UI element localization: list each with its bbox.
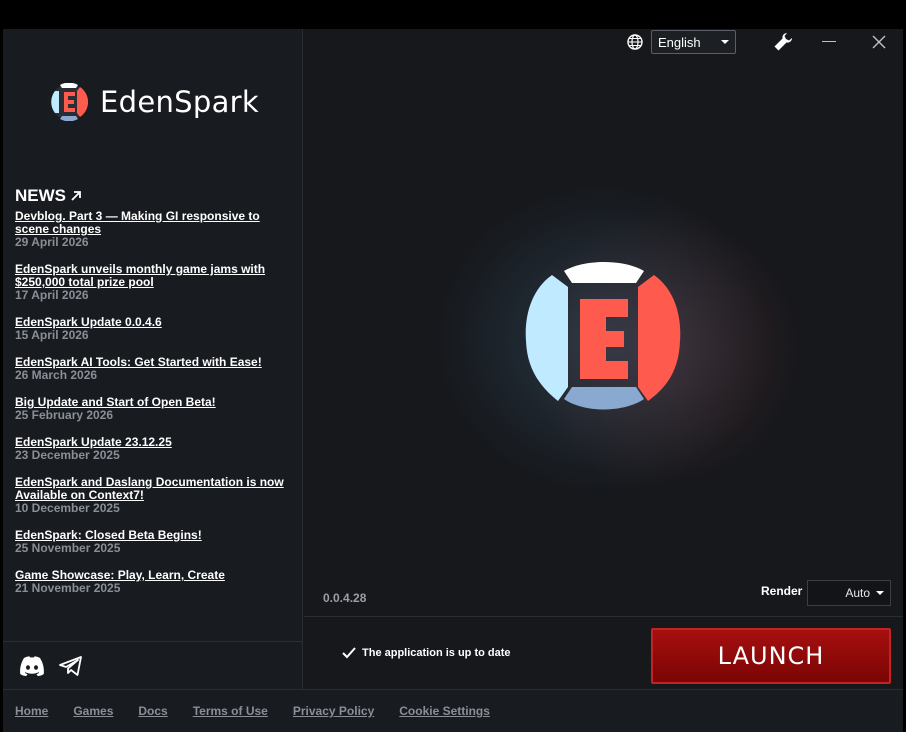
news-item[interactable]: EdenSpark Update 23.12.25 23 December 202… [15,436,290,462]
footer-link-home[interactable]: Home [15,704,48,718]
brand-name: EdenSpark [100,85,259,119]
main-panel: English 0.0.4.28 Render Auto The applica… [304,29,903,689]
close-icon[interactable] [872,35,886,49]
wrench-icon[interactable] [773,32,793,52]
sidebar: EdenSpark NEWS Devblog. Part 3 — Making … [3,29,303,689]
globe-icon [627,34,643,50]
launch-bar: The application is up to date LAUNCH [304,616,903,689]
news-item-date: 29 April 2026 [15,235,89,249]
news-item[interactable]: Game Showcase: Play, Learn, Create 21 Nov… [15,569,290,595]
checkmark-icon [342,647,356,659]
news-item[interactable]: EdenSpark and Daslang Documentation is n… [15,476,290,515]
version-label: 0.0.4.28 [323,591,367,605]
footer-link-privacy[interactable]: Privacy Policy [293,704,374,718]
news-item-date: 17 April 2026 [15,288,89,302]
launcher-window: EdenSpark NEWS Devblog. Part 3 — Making … [3,29,903,732]
news-item[interactable]: EdenSpark AI Tools: Get Started with Eas… [15,356,290,382]
news-heading[interactable]: NEWS [15,186,82,206]
footer-nav: Home Games Docs Terms of Use Privacy Pol… [3,689,903,732]
brand-logo: EdenSpark [50,83,259,121]
news-item[interactable]: EdenSpark: Closed Beta Begins! 25 Novembe… [15,529,290,555]
news-item-date: 10 December 2025 [15,501,120,515]
news-item-title[interactable]: EdenSpark and Daslang Documentation is n… [15,476,290,502]
render-label: Render [761,584,803,598]
edenspark-logo-icon [51,83,88,121]
external-arrow-icon [71,191,81,201]
news-item[interactable]: Big Update and Start of Open Beta! 25 Feb… [15,396,290,422]
news-item-date: 23 December 2025 [15,448,120,462]
discord-icon[interactable] [19,655,45,676]
launch-button[interactable]: LAUNCH [651,628,891,684]
update-status: The application is up to date [342,647,511,659]
news-item[interactable]: Devblog. Part 3 — Making GI responsive t… [15,210,290,249]
news-item-date: 26 March 2026 [15,368,98,382]
footer-link-cookies[interactable]: Cookie Settings [399,704,490,718]
language-value: English [658,34,701,50]
render-value: Auto [845,586,870,600]
news-item[interactable]: EdenSpark unveils monthly game jams with… [15,263,290,302]
footer-link-terms[interactable]: Terms of Use [193,704,268,718]
news-item-date: 15 April 2026 [15,328,89,342]
chevron-down-icon [721,40,729,44]
news-item-date: 25 November 2025 [15,541,121,555]
news-title: NEWS [15,186,66,205]
telegram-icon[interactable] [59,655,83,676]
news-item-date: 25 February 2026 [15,408,114,422]
minimize-icon[interactable] [822,41,836,42]
footer-link-games[interactable]: Games [73,704,113,718]
language-select[interactable]: English [651,30,736,54]
edenspark-emblem-icon [525,262,681,410]
chevron-down-icon [876,591,884,595]
render-select[interactable]: Auto [807,580,891,606]
social-links [3,641,303,689]
news-item[interactable]: EdenSpark Update 0.0.4.6 15 April 2026 [15,316,290,342]
language-picker: English [627,30,736,54]
status-text: The application is up to date [362,647,511,659]
news-item-title[interactable]: Devblog. Part 3 — Making GI responsive t… [15,210,290,236]
news-item-date: 21 November 2025 [15,581,121,595]
news-list: Devblog. Part 3 — Making GI responsive t… [15,210,290,609]
news-item-title[interactable]: EdenSpark unveils monthly game jams with… [15,263,290,289]
footer-link-docs[interactable]: Docs [138,704,167,718]
